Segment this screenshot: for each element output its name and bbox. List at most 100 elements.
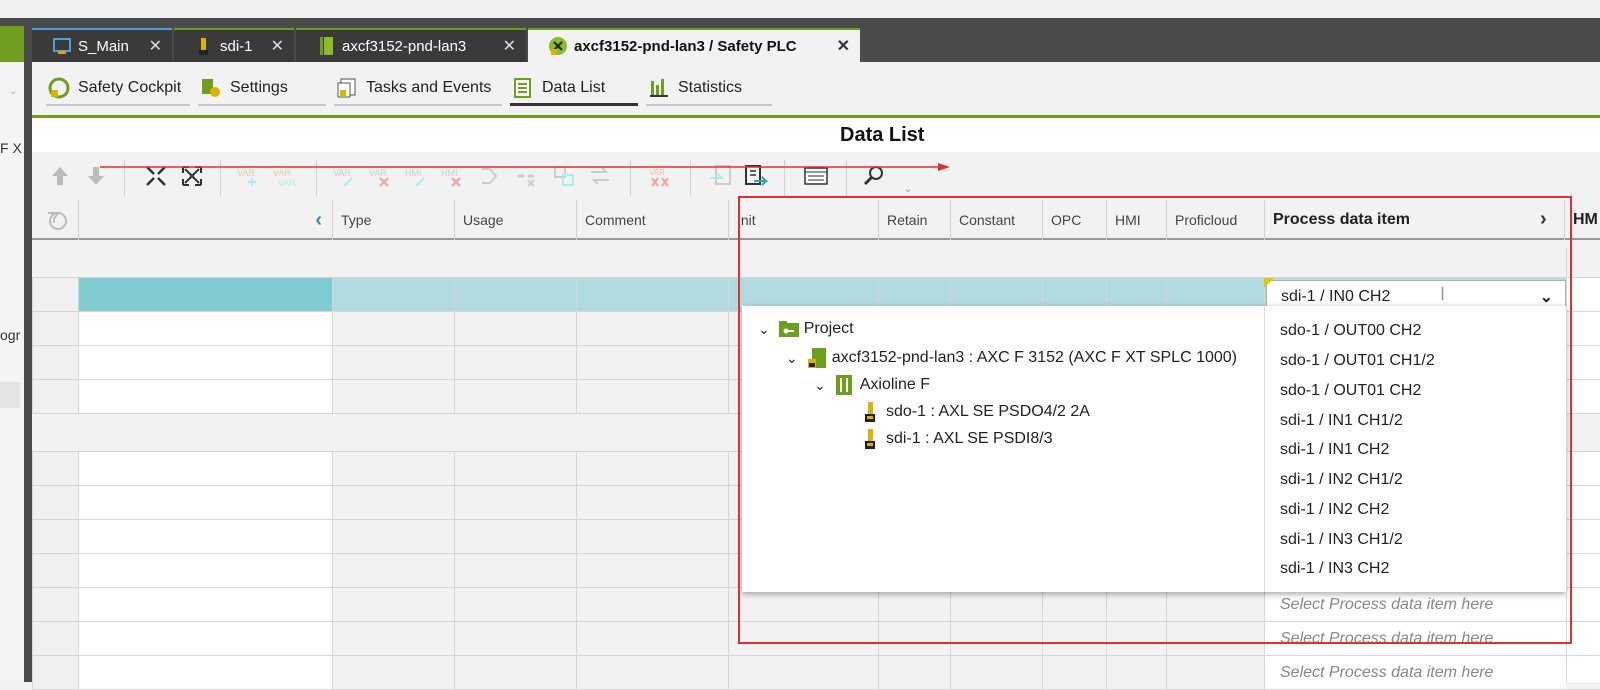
table-cell[interactable] [332,380,454,414]
table-cell[interactable] [576,588,728,622]
close-icon[interactable]: ✕ [271,36,284,56]
table-cell[interactable] [454,380,576,414]
process-data-placeholder[interactable]: Select Process data item here [1280,664,1493,682]
table-cell[interactable] [454,588,576,622]
row-handle[interactable] [32,452,78,486]
table-cell[interactable] [576,656,728,690]
table-cell[interactable] [332,486,454,520]
tab-data-list[interactable]: Data List [510,72,638,106]
table-cell[interactable] [576,380,728,414]
table-cell[interactable] [454,486,576,520]
close-icon[interactable]: ✕ [837,36,850,56]
table-cell[interactable] [454,520,576,554]
splitter[interactable] [24,18,32,682]
row-handle[interactable] [32,486,78,520]
safety-module-icon [199,38,208,55]
name-cell[interactable] [78,346,332,380]
row-handle[interactable] [32,278,78,312]
table-cell[interactable] [1166,656,1264,690]
table-cell[interactable] [576,520,728,554]
left-panel-selected-item[interactable] [0,382,20,408]
name-cell[interactable] [78,452,332,486]
table-cell[interactable] [454,278,576,312]
annotation-arrow [100,163,950,171]
column-header-usage[interactable]: Usage [454,200,576,240]
table-cell[interactable] [454,346,576,380]
table-cell[interactable] [454,452,576,486]
subtab-label: Statistics [678,79,743,96]
table-cell[interactable] [576,554,728,588]
table-cell[interactable] [728,656,878,690]
annotation-box [738,196,1572,644]
name-cell[interactable] [78,622,332,656]
table-cell[interactable] [332,312,454,346]
table-cell[interactable] [950,656,1042,690]
name-cell[interactable] [78,588,332,622]
statistics-icon [650,79,668,97]
tab-settings[interactable]: Settings [198,72,326,106]
table-cell[interactable] [454,656,576,690]
settings-icon [202,79,220,97]
tab-controller[interactable]: axcf3152-pnd-lan3 ✕ [296,28,526,62]
table-cell[interactable] [332,452,454,486]
name-cell[interactable] [78,554,332,588]
table-cell[interactable] [332,520,454,554]
left-panel [0,26,24,682]
close-icon[interactable]: ✕ [503,36,516,56]
table-cell[interactable] [454,312,576,346]
tab-label: axcf3152-pnd-lan3 / Safety PLC [574,37,797,55]
table-cell[interactable] [332,656,454,690]
row-handle[interactable] [32,656,78,690]
table-cell[interactable] [878,656,950,690]
search-dropdown-icon[interactable]: ⌄ [904,184,912,195]
name-cell[interactable] [78,656,332,690]
move-up-icon[interactable] [48,164,72,188]
table-cell[interactable] [454,554,576,588]
row-handle[interactable] [32,588,78,622]
name-cell[interactable] [78,486,332,520]
row-handle[interactable] [32,346,78,380]
scroll-columns-left-button[interactable]: ‹ [78,200,332,240]
chevron-down-icon[interactable]: ⌄ [9,86,17,97]
table-cell[interactable] [576,278,728,312]
row-handle[interactable] [32,312,78,346]
row-handle[interactable] [32,622,78,656]
column-header-type[interactable]: Type [332,200,454,240]
subtab-label: Safety Cockpit [78,79,182,96]
left-panel-text-2: ogr [0,327,21,343]
table-cell[interactable] [1106,656,1166,690]
tab-safety-cockpit[interactable]: Safety Cockpit [46,72,190,106]
tab-statistics[interactable]: Statistics [646,72,772,106]
name-cell[interactable] [78,278,332,312]
tab-sdi-1[interactable]: sdi-1 ✕ [174,28,294,62]
table-cell[interactable] [332,588,454,622]
tab-s-main[interactable]: S_Main ✕ [32,28,172,62]
row-handle[interactable] [32,520,78,554]
window-bar [0,18,1600,26]
column-header-comment[interactable]: Comment [576,200,728,240]
table-cell[interactable] [454,622,576,656]
name-cell[interactable] [78,312,332,346]
subtab-label: Settings [230,79,288,96]
table-cell[interactable] [576,622,728,656]
table-cell[interactable] [332,278,454,312]
filter-icon[interactable] [46,210,68,232]
name-cell[interactable] [78,520,332,554]
table-cell[interactable] [332,346,454,380]
table-cell[interactable] [576,346,728,380]
tab-safety-plc[interactable]: axcf3152-pnd-lan3 / Safety PLC ✕ [528,28,860,62]
close-icon[interactable]: ✕ [149,36,162,56]
row-handle[interactable] [32,554,78,588]
table-cell[interactable] [1042,656,1106,690]
controller-icon [320,37,333,55]
table-cell[interactable] [576,452,728,486]
table-cell[interactable] [576,486,728,520]
table-cell[interactable] [332,622,454,656]
safety-plc-icon [549,37,567,55]
row-handle[interactable] [32,380,78,414]
tasks-icon [337,78,356,98]
name-cell[interactable] [78,380,332,414]
tab-tasks-and-events[interactable]: Tasks and Events [334,72,502,106]
table-cell[interactable] [576,312,728,346]
table-cell[interactable] [332,554,454,588]
